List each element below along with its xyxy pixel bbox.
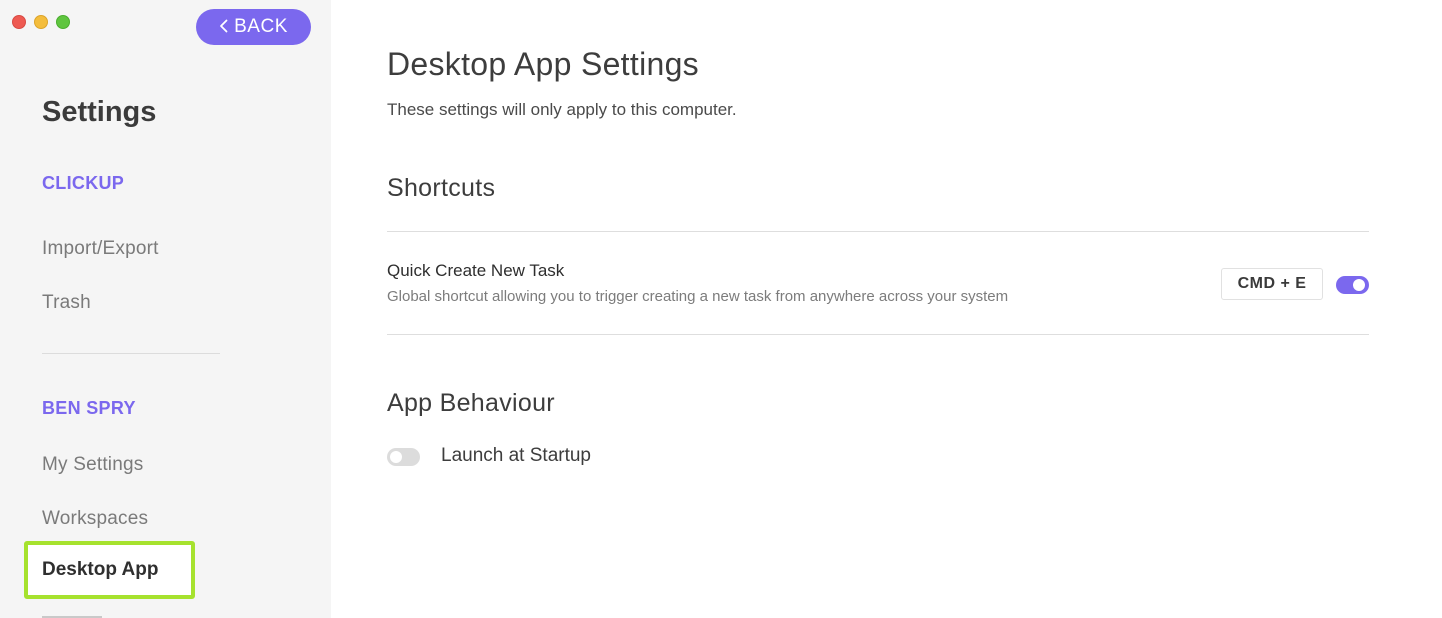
shortcut-row-title: Quick Create New Task [387,261,565,280]
page-subtitle: These settings will only apply to this c… [387,100,737,119]
sidebar-item-trash[interactable]: Trash [42,292,91,314]
shortcut-key-field[interactable]: CMD + E [1221,268,1323,300]
section-heading-shortcuts: Shortcuts [387,174,496,202]
sidebar-section-user: BEN SPRY [42,398,136,418]
close-window-button[interactable] [12,15,26,29]
quick-create-toggle[interactable] [1336,276,1369,294]
sidebar-item-my-settings[interactable]: My Settings [42,454,143,476]
sidebar-title: Settings [42,96,157,128]
section-heading-app-behaviour: App Behaviour [387,389,555,417]
launch-at-startup-label: Launch at Startup [441,445,591,466]
toggle-knob [390,451,402,463]
minimize-window-button[interactable] [34,15,48,29]
sidebar-item-partially-hidden [42,608,152,618]
sidebar-item-workspaces[interactable]: Workspaces [42,508,148,530]
zoom-window-button[interactable] [56,15,70,29]
toggle-knob [1353,279,1365,291]
launch-at-startup-toggle[interactable] [387,448,420,466]
sidebar-item-import-export[interactable]: Import/Export [42,238,159,260]
shortcut-row-description: Global shortcut allowing you to trigger … [387,288,1009,305]
sidebar-item-desktop-app[interactable]: Desktop App [24,541,195,599]
sidebar-item-desktop-app-label: Desktop App [42,559,159,580]
app-window: BACK Settings CLICKUP Import/Export Tras… [0,0,1442,618]
sidebar-section-clickup: CLICKUP [42,173,125,193]
section-divider [387,334,1369,335]
sidebar-divider [42,353,220,354]
page-title: Desktop App Settings [387,46,699,82]
section-divider [387,231,1369,232]
back-button-label: BACK [234,16,288,37]
main-content: Desktop App Settings These settings will… [387,0,1369,618]
window-controls [12,15,70,29]
settings-sidebar: BACK Settings CLICKUP Import/Export Tras… [0,0,331,618]
back-button[interactable]: BACK [196,9,311,45]
chevron-left-icon [219,19,228,36]
